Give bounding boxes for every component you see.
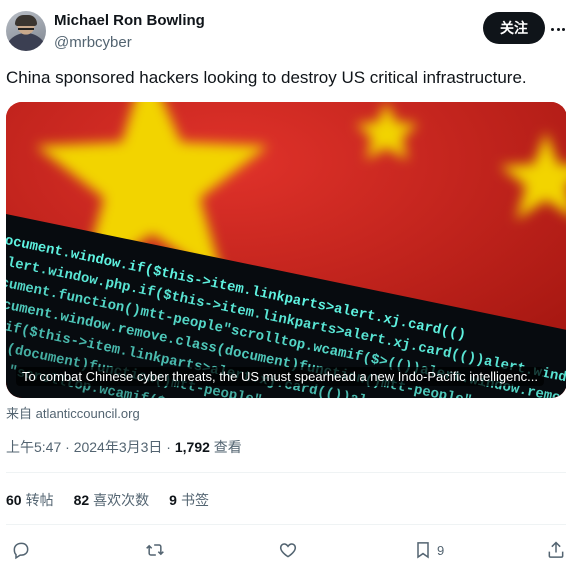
quotes-stat[interactable]: 82 喜欢次数 — [74, 490, 150, 510]
more-options-icon[interactable] — [551, 22, 565, 36]
views-label: 查看 — [209, 439, 242, 455]
avatar[interactable] — [6, 11, 46, 51]
divider — [6, 472, 566, 473]
retweets-stat[interactable]: 60 转帖 — [6, 490, 54, 510]
link-card-image[interactable]: document.window.if($this->item.linkparts… — [6, 102, 566, 398]
card-source-link[interactable]: 来自 atlanticcouncil.org — [6, 403, 140, 422]
tweet-timestamp[interactable]: 上午5:47 · 2024年3月3日 · — [6, 439, 175, 455]
action-bar: 9 — [0, 538, 566, 562]
bookmark-icon[interactable]: 9 — [413, 538, 444, 562]
flag-code-image: document.window.if($this->item.linkparts… — [6, 102, 566, 398]
author-handle[interactable]: @mrbcyber — [54, 34, 132, 51]
reply-icon[interactable] — [11, 538, 31, 562]
tweet-text: China sponsored hackers looking to destr… — [6, 68, 527, 87]
bookmarks-stat[interactable]: 9 书签 — [169, 490, 209, 510]
bookmark-count: 9 — [437, 542, 445, 558]
like-icon[interactable] — [278, 538, 298, 562]
tweet-meta: 上午5:47 · 2024年3月3日 · 1,792 查看 — [6, 437, 242, 457]
views-count: 1,792 — [174, 439, 210, 455]
author-name[interactable]: Michael Ron Bowling — [54, 12, 205, 29]
follow-button[interactable]: 关注 — [483, 12, 545, 44]
engagement-stats: 60 转帖 82 喜欢次数 9 书签 — [6, 490, 209, 510]
retweet-icon[interactable] — [145, 538, 165, 562]
card-caption: To combat Chinese cyber threats, the US … — [16, 367, 544, 386]
share-icon[interactable] — [546, 538, 566, 562]
divider — [6, 524, 566, 525]
